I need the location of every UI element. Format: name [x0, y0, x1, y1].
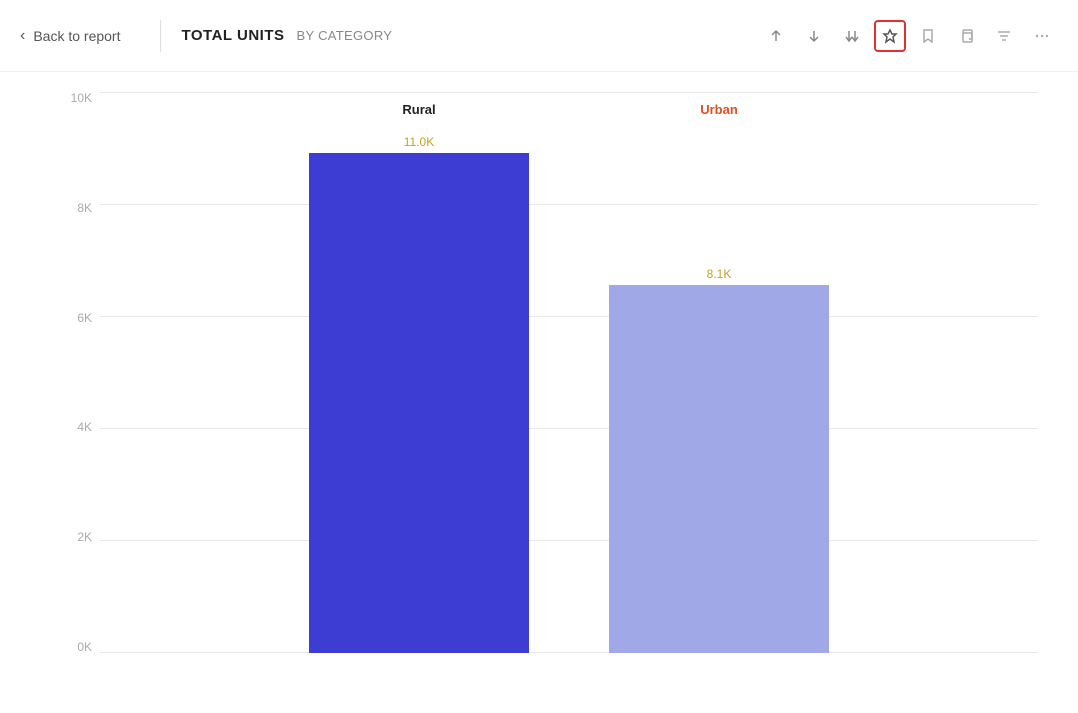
chart-container: 10K 8K 6K 4K 2K 0K 11.0K: [60, 92, 1038, 653]
chart-area: 10K 8K 6K 4K 2K 0K 11.0K: [0, 72, 1078, 713]
more-options-icon[interactable]: [1026, 20, 1058, 52]
y-label-0k: 0K: [77, 641, 92, 653]
toolbar: [760, 20, 1058, 52]
filter-icon[interactable]: [988, 20, 1020, 52]
sort-desc-double-icon[interactable]: [836, 20, 868, 52]
y-label-2k: 2K: [77, 531, 92, 543]
bar-rural[interactable]: [309, 153, 529, 653]
header-divider: [160, 20, 161, 52]
header-left: ‹ Back to report TOTAL UNITS BY CATEGORY: [20, 20, 392, 52]
chart-subtitle: BY CATEGORY: [296, 28, 392, 43]
back-to-report-button[interactable]: ‹ Back to report: [20, 27, 140, 45]
chevron-left-icon: ‹: [20, 27, 25, 45]
y-label-4k: 4K: [77, 421, 92, 433]
copy-icon[interactable]: [950, 20, 982, 52]
sort-desc-icon[interactable]: [798, 20, 830, 52]
bars-container: 11.0K 8.1K: [100, 92, 1038, 653]
bar-value-rural: 11.0K: [404, 135, 434, 149]
chart-title: TOTAL UNITS: [181, 27, 284, 44]
bar-group-urban: 8.1K: [609, 267, 829, 653]
plot-area: 11.0K 8.1K Rural Urban: [100, 92, 1038, 653]
sort-asc-icon[interactable]: [760, 20, 792, 52]
y-label-10k: 10K: [71, 92, 92, 104]
bookmark-icon[interactable]: [912, 20, 944, 52]
pin-icon[interactable]: [874, 20, 906, 52]
y-label-8k: 8K: [77, 202, 92, 214]
bar-value-urban: 8.1K: [707, 267, 732, 281]
title-section: TOTAL UNITS BY CATEGORY: [181, 27, 392, 44]
header: ‹ Back to report TOTAL UNITS BY CATEGORY: [0, 0, 1078, 72]
back-label: Back to report: [33, 28, 120, 44]
y-label-6k: 6K: [77, 312, 92, 324]
bar-group-rural: 11.0K: [309, 135, 529, 653]
y-axis: 10K 8K 6K 4K 2K 0K: [60, 92, 100, 653]
bar-urban[interactable]: [609, 285, 829, 653]
